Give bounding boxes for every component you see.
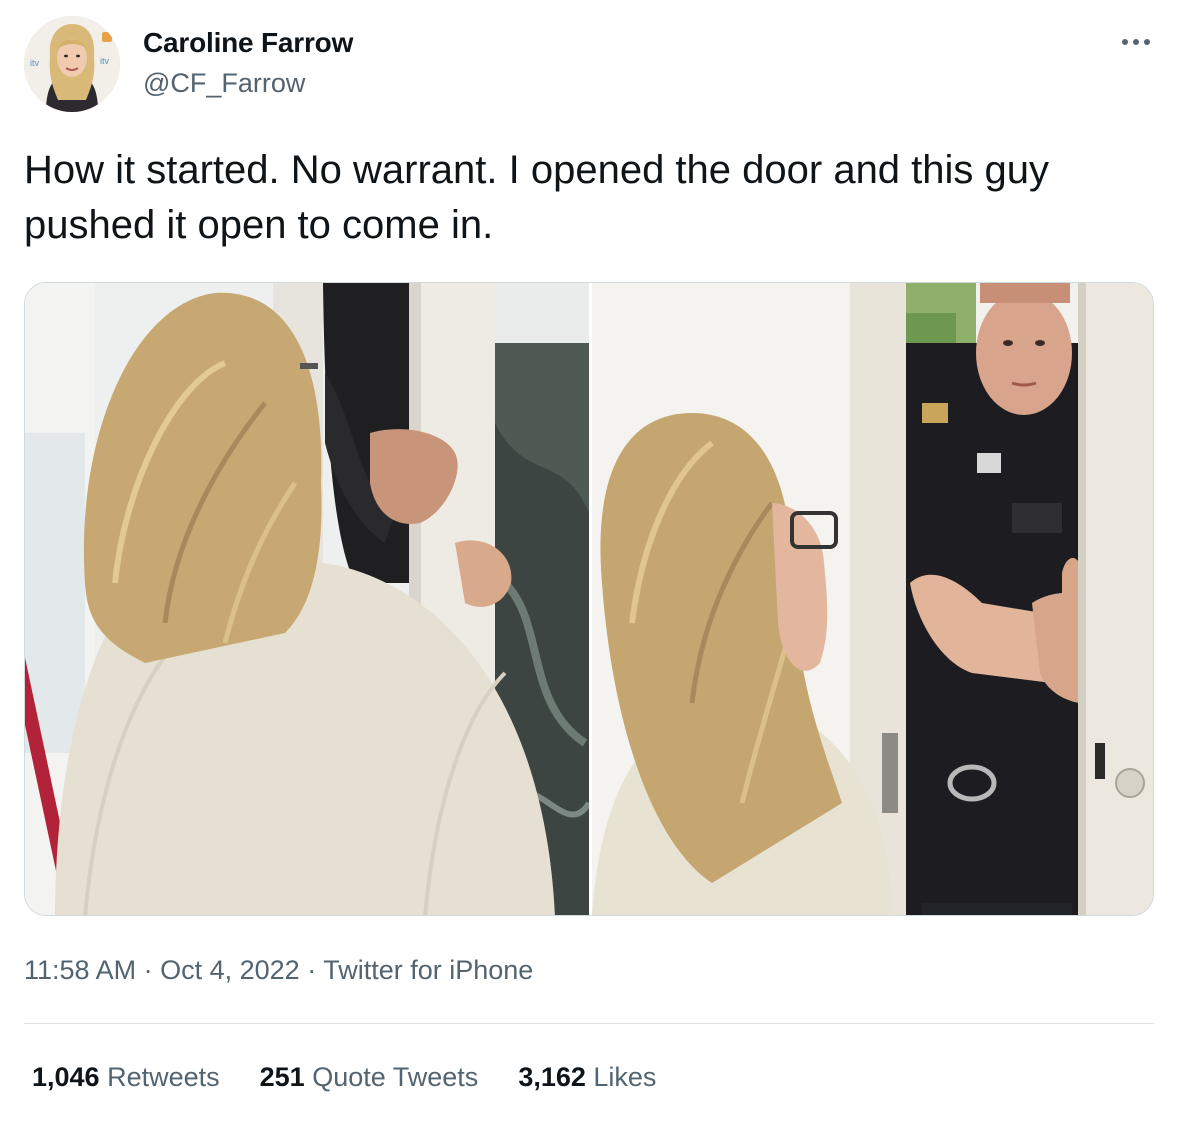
retweets-count: 1,046: [32, 1062, 108, 1092]
svg-text:itv: itv: [100, 56, 110, 66]
tweet-time[interactable]: 11:58 AM: [24, 955, 136, 985]
likes-label: Likes: [593, 1062, 657, 1092]
more-options-icon[interactable]: [1110, 26, 1162, 58]
divider: [24, 1023, 1154, 1024]
meta-separator: ·: [307, 955, 324, 985]
retweets-stat[interactable]: 1,046 Retweets: [32, 1062, 220, 1093]
tweet-photo-1[interactable]: [25, 283, 589, 915]
tweet-card: itv itv Caroline Farrow @CF_Farrow How i…: [0, 0, 1184, 1126]
quotes-label: Quote Tweets: [312, 1062, 479, 1092]
quote-tweets-stat[interactable]: 251 Quote Tweets: [260, 1062, 479, 1093]
tweet-photo-2[interactable]: [592, 283, 1153, 915]
tweet-meta: 11:58 AM · Oct 4, 2022 · Twitter for iPh…: [24, 955, 533, 986]
dot: [1133, 39, 1139, 45]
tweet-stats: 1,046 Retweets 251 Quote Tweets 3,162 Li…: [32, 1062, 696, 1093]
tweet-text: How it started. No warrant. I opened the…: [24, 148, 1050, 247]
author-display-name[interactable]: Caroline Farrow: [143, 27, 353, 59]
tweet-source-link[interactable]: Twitter for iPhone: [323, 955, 533, 985]
avatar[interactable]: itv itv: [24, 16, 120, 112]
dot: [1122, 39, 1128, 45]
author-handle[interactable]: @CF_Farrow: [143, 68, 305, 99]
media-grid: [24, 282, 1154, 916]
quotes-count: 251: [259, 1062, 313, 1092]
avatar-photo: itv itv: [24, 16, 120, 112]
svg-text:itv: itv: [30, 58, 40, 68]
meta-separator: ·: [143, 955, 161, 985]
dot: [1144, 39, 1150, 45]
likes-count: 3,162: [518, 1062, 594, 1092]
likes-stat[interactable]: 3,162 Likes: [518, 1062, 656, 1093]
retweets-label: Retweets: [107, 1062, 220, 1092]
tweet-date[interactable]: Oct 4, 2022: [160, 955, 300, 985]
